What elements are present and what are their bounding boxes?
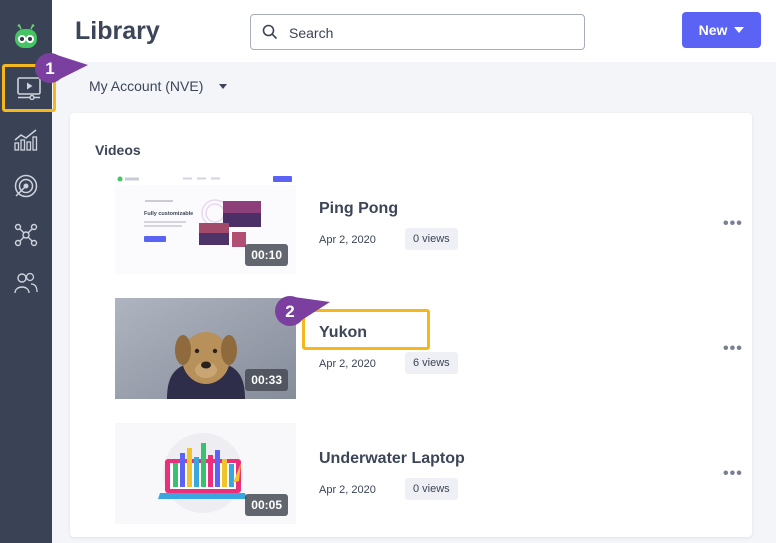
nav-item-audience[interactable]: [8, 266, 44, 300]
video-date: Apr 2, 2020: [319, 234, 376, 246]
step-badge: 2: [275, 296, 330, 326]
views-badge: 0 views: [405, 228, 458, 250]
more-icon[interactable]: •••: [723, 340, 743, 358]
video-thumbnail[interactable]: Fully customizable 00:10: [115, 173, 296, 274]
caret-down-icon: [219, 83, 228, 89]
search-icon: [262, 24, 278, 40]
video-title[interactable]: Ping Pong: [319, 200, 398, 218]
video-date: Apr 2, 2020: [319, 358, 376, 370]
users-icon: [14, 272, 38, 294]
video-thumbnail[interactable]: 00:33: [115, 298, 296, 399]
nav-item-analytics[interactable]: [8, 122, 44, 156]
nav-item-integrations[interactable]: [8, 218, 44, 252]
step-number: 1: [45, 59, 54, 78]
video-date: Apr 2, 2020: [319, 484, 376, 496]
page-title: Library: [75, 17, 160, 45]
list-item[interactable]: 00:05 Underwater Laptop Apr 2, 2020 0 vi…: [115, 423, 755, 526]
account-selector[interactable]: My Account (NVE): [89, 78, 228, 94]
video-title[interactable]: Underwater Laptop: [319, 450, 465, 468]
search-placeholder: Search: [289, 25, 334, 41]
more-icon[interactable]: •••: [723, 215, 743, 233]
views-badge: 0 views: [405, 478, 458, 500]
step-number: 2: [285, 302, 294, 321]
duration-badge: 00:05: [245, 494, 288, 516]
caret-down-icon: [734, 27, 745, 33]
thumbnail-text: Fully customizable: [144, 211, 193, 217]
network-icon: [14, 223, 38, 247]
target-icon: [14, 174, 38, 198]
search-input[interactable]: Search: [250, 14, 585, 50]
header: Library Search New: [52, 0, 776, 62]
duration-badge: 00:33: [245, 369, 288, 391]
more-icon[interactable]: •••: [723, 465, 743, 483]
duration-badge: 00:10: [245, 244, 288, 266]
list-item[interactable]: Fully customizable 00:10 Ping Pong Apr 2…: [115, 173, 755, 276]
section-title: Videos: [95, 142, 141, 158]
views-badge: 6 views: [405, 352, 458, 374]
nav-item-engagement[interactable]: [8, 169, 44, 203]
new-button[interactable]: New: [682, 12, 761, 48]
list-item[interactable]: 00:33 Yukon Apr 2, 2020 6 views •••: [115, 298, 755, 401]
analytics-icon: [14, 129, 38, 151]
video-thumbnail[interactable]: 00:05: [115, 423, 296, 524]
robot-logo-icon[interactable]: [13, 24, 39, 50]
step-badge: 1: [35, 53, 88, 83]
account-label: My Account (NVE): [89, 78, 204, 94]
new-button-label: New: [698, 22, 728, 38]
